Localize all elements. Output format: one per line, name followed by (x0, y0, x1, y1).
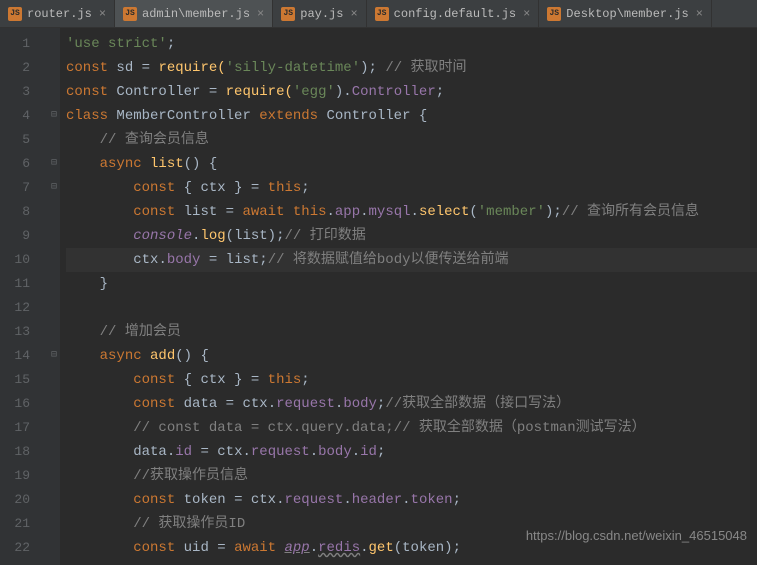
js-icon: JS (281, 7, 295, 21)
watermark: https://blog.csdn.net/weixin_46515048 (526, 528, 747, 543)
fold-marker[interactable]: ⊟ (48, 176, 60, 200)
code-line: // const data = ctx.query.data;// 获取全部数据… (66, 416, 757, 440)
code-line: const list = await this.app.mysql.select… (66, 200, 757, 224)
close-icon[interactable]: × (523, 7, 530, 21)
line-number: 20 (0, 488, 48, 512)
line-number: 16 (0, 392, 48, 416)
code-line: data.id = ctx.request.body.id; (66, 440, 757, 464)
fold-marker[interactable] (48, 128, 60, 152)
fold-marker[interactable] (48, 224, 60, 248)
fold-marker[interactable] (48, 536, 60, 560)
tab-label: Desktop\member.js (566, 7, 688, 21)
line-number: 15 (0, 368, 48, 392)
js-icon: JS (375, 7, 389, 21)
line-number: 11 (0, 272, 48, 296)
fold-marker[interactable] (48, 320, 60, 344)
line-number: 18 (0, 440, 48, 464)
fold-marker[interactable] (48, 512, 60, 536)
code-line: console.log(list);// 打印数据 (66, 224, 757, 248)
fold-marker[interactable] (48, 440, 60, 464)
tab-bar: JS router.js × JS admin\member.js × JS pay.js… (0, 0, 757, 28)
line-number: 19 (0, 464, 48, 488)
tab-admin-member[interactable]: JS admin\member.js × (115, 0, 273, 27)
code-line: async list() { (66, 152, 757, 176)
code-line: async add() { (66, 344, 757, 368)
line-number: 10 (0, 248, 48, 272)
line-gutter: 1 2 3 4 5 6 7 8 9 10 11 12 13 14 15 16 1… (0, 28, 48, 565)
line-number: 7 (0, 176, 48, 200)
fold-marker[interactable] (48, 80, 60, 104)
code-line: // 查询会员信息 (66, 128, 757, 152)
fold-marker[interactable] (48, 368, 60, 392)
code-line: //获取操作员信息 (66, 464, 757, 488)
fold-marker[interactable]: ⊟ (48, 344, 60, 368)
editor: 1 2 3 4 5 6 7 8 9 10 11 12 13 14 15 16 1… (0, 28, 757, 565)
fold-marker[interactable] (48, 272, 60, 296)
code-line: 'use strict'; (66, 32, 757, 56)
code-line: const sd = require('silly-datetime'); //… (66, 56, 757, 80)
code-line: ctx.body = list;// 将数据赋值给body以便传送给前端 (66, 248, 757, 272)
fold-marker[interactable] (48, 56, 60, 80)
close-icon[interactable]: × (99, 7, 106, 21)
line-number: 8 (0, 200, 48, 224)
fold-marker[interactable]: ⊟ (48, 104, 60, 128)
line-number: 1 (0, 32, 48, 56)
code-line (66, 296, 757, 320)
line-number: 13 (0, 320, 48, 344)
tab-label: config.default.js (394, 7, 516, 21)
code-line: const data = ctx.request.body;//获取全部数据（接… (66, 392, 757, 416)
fold-marker[interactable] (48, 296, 60, 320)
code-line: // 增加会员 (66, 320, 757, 344)
js-icon: JS (123, 7, 137, 21)
fold-marker[interactable] (48, 488, 60, 512)
tab-label: admin\member.js (142, 7, 250, 21)
close-icon[interactable]: × (257, 7, 264, 21)
code-line: const Controller = require('egg').Contro… (66, 80, 757, 104)
fold-marker[interactable] (48, 32, 60, 56)
line-number: 2 (0, 56, 48, 80)
line-number: 14 (0, 344, 48, 368)
line-number: 17 (0, 416, 48, 440)
line-number: 4 (0, 104, 48, 128)
fold-gutter: ⊟ ⊟ ⊟ ⊟ (48, 28, 60, 565)
close-icon[interactable]: × (696, 7, 703, 21)
line-number: 5 (0, 128, 48, 152)
line-number: 3 (0, 80, 48, 104)
fold-marker[interactable]: ⊟ (48, 152, 60, 176)
tab-label: pay.js (300, 7, 343, 21)
fold-marker[interactable] (48, 392, 60, 416)
code-line: const { ctx } = this; (66, 176, 757, 200)
code-line: } (66, 272, 757, 296)
line-number: 6 (0, 152, 48, 176)
code-line: const { ctx } = this; (66, 368, 757, 392)
fold-marker[interactable] (48, 248, 60, 272)
tab-config-default[interactable]: JS config.default.js × (367, 0, 540, 27)
js-icon: JS (547, 7, 561, 21)
line-number: 21 (0, 512, 48, 536)
tab-label: router.js (27, 7, 92, 21)
line-number: 9 (0, 224, 48, 248)
fold-marker[interactable] (48, 464, 60, 488)
code-line: class MemberController extends Controlle… (66, 104, 757, 128)
fold-marker[interactable] (48, 416, 60, 440)
tab-router[interactable]: JS router.js × (0, 0, 115, 27)
line-number: 12 (0, 296, 48, 320)
tab-pay[interactable]: JS pay.js × (273, 0, 366, 27)
line-number: 22 (0, 536, 48, 560)
code-line: const token = ctx.request.header.token; (66, 488, 757, 512)
tab-desktop-member[interactable]: JS Desktop\member.js × (539, 0, 712, 27)
close-icon[interactable]: × (350, 7, 357, 21)
js-icon: JS (8, 7, 22, 21)
fold-marker[interactable] (48, 200, 60, 224)
code-area[interactable]: 'use strict'; const sd = require('silly-… (60, 28, 757, 565)
